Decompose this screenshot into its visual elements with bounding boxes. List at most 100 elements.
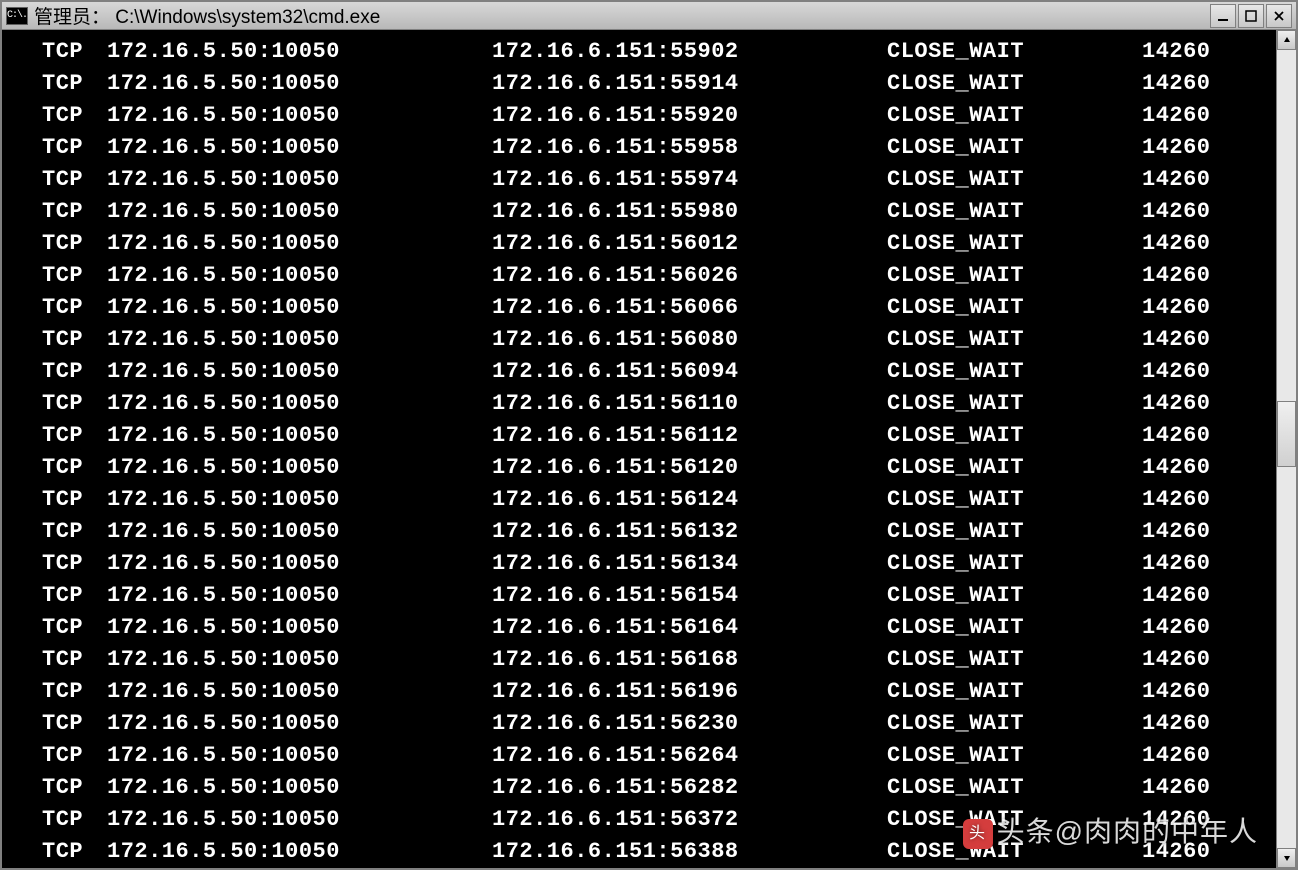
col-pid: 14260 bbox=[1142, 292, 1211, 324]
col-local: 172.16.5.50:10050 bbox=[107, 452, 492, 484]
col-pid: 14260 bbox=[1142, 516, 1211, 548]
col-local: 172.16.5.50:10050 bbox=[107, 708, 492, 740]
netstat-row: TCP172.16.5.50:10050172.16.6.151:55914CL… bbox=[2, 68, 1276, 100]
col-local: 172.16.5.50:10050 bbox=[107, 68, 492, 100]
vertical-scrollbar[interactable] bbox=[1276, 30, 1296, 868]
col-proto: TCP bbox=[2, 580, 107, 612]
col-proto: TCP bbox=[2, 292, 107, 324]
col-state: CLOSE_WAIT bbox=[887, 772, 1142, 804]
col-proto: TCP bbox=[2, 644, 107, 676]
col-proto: TCP bbox=[2, 676, 107, 708]
netstat-row: TCP172.16.5.50:10050172.16.6.151:56196CL… bbox=[2, 676, 1276, 708]
col-local: 172.16.5.50:10050 bbox=[107, 164, 492, 196]
col-pid: 14260 bbox=[1142, 836, 1211, 868]
col-pid: 14260 bbox=[1142, 420, 1211, 452]
col-local: 172.16.5.50:10050 bbox=[107, 580, 492, 612]
col-state: CLOSE_WAIT bbox=[887, 452, 1142, 484]
netstat-row: TCP172.16.5.50:10050172.16.6.151:56164CL… bbox=[2, 612, 1276, 644]
close-button[interactable] bbox=[1266, 4, 1292, 28]
netstat-row: TCP172.16.5.50:10050172.16.6.151:56168CL… bbox=[2, 644, 1276, 676]
col-local: 172.16.5.50:10050 bbox=[107, 196, 492, 228]
col-pid: 14260 bbox=[1142, 548, 1211, 580]
netstat-row: TCP172.16.5.50:10050172.16.6.151:56282CL… bbox=[2, 772, 1276, 804]
col-remote: 172.16.6.151:56372 bbox=[492, 804, 887, 836]
scroll-track[interactable] bbox=[1277, 50, 1296, 848]
col-remote: 172.16.6.151:55914 bbox=[492, 68, 887, 100]
netstat-row: TCP172.16.5.50:10050172.16.6.151:56080CL… bbox=[2, 324, 1276, 356]
col-state: CLOSE_WAIT bbox=[887, 36, 1142, 68]
col-local: 172.16.5.50:10050 bbox=[107, 292, 492, 324]
col-local: 172.16.5.50:10050 bbox=[107, 676, 492, 708]
col-pid: 14260 bbox=[1142, 644, 1211, 676]
col-proto: TCP bbox=[2, 452, 107, 484]
netstat-row: TCP172.16.5.50:10050172.16.6.151:56124CL… bbox=[2, 484, 1276, 516]
col-local: 172.16.5.50:10050 bbox=[107, 804, 492, 836]
col-remote: 172.16.6.151:55980 bbox=[492, 196, 887, 228]
col-proto: TCP bbox=[2, 740, 107, 772]
col-state: CLOSE_WAIT bbox=[887, 228, 1142, 260]
col-local: 172.16.5.50:10050 bbox=[107, 388, 492, 420]
maximize-button[interactable] bbox=[1238, 4, 1264, 28]
minimize-button[interactable] bbox=[1210, 4, 1236, 28]
col-proto: TCP bbox=[2, 516, 107, 548]
col-local: 172.16.5.50:10050 bbox=[107, 548, 492, 580]
col-remote: 172.16.6.151:55902 bbox=[492, 36, 887, 68]
col-remote: 172.16.6.151:55920 bbox=[492, 100, 887, 132]
netstat-row: TCP172.16.5.50:10050172.16.6.151:56112CL… bbox=[2, 420, 1276, 452]
scroll-up-button[interactable] bbox=[1277, 30, 1296, 50]
netstat-row: TCP172.16.5.50:10050172.16.6.151:55958CL… bbox=[2, 132, 1276, 164]
col-proto: TCP bbox=[2, 228, 107, 260]
col-pid: 14260 bbox=[1142, 196, 1211, 228]
col-proto: TCP bbox=[2, 356, 107, 388]
col-proto: TCP bbox=[2, 772, 107, 804]
col-local: 172.16.5.50:10050 bbox=[107, 836, 492, 868]
netstat-row: TCP172.16.5.50:10050172.16.6.151:56094CL… bbox=[2, 356, 1276, 388]
netstat-row: TCP172.16.5.50:10050172.16.6.151:55920CL… bbox=[2, 100, 1276, 132]
col-proto: TCP bbox=[2, 708, 107, 740]
col-pid: 14260 bbox=[1142, 612, 1211, 644]
col-pid: 14260 bbox=[1142, 36, 1211, 68]
col-state: CLOSE_WAIT bbox=[887, 548, 1142, 580]
col-state: CLOSE_WAIT bbox=[887, 836, 1142, 868]
scroll-thumb[interactable] bbox=[1277, 401, 1296, 467]
col-state: CLOSE_WAIT bbox=[887, 580, 1142, 612]
col-pid: 14260 bbox=[1142, 772, 1211, 804]
col-state: CLOSE_WAIT bbox=[887, 804, 1142, 836]
window-buttons bbox=[1210, 4, 1292, 28]
col-remote: 172.16.6.151:56282 bbox=[492, 772, 887, 804]
col-pid: 14260 bbox=[1142, 580, 1211, 612]
col-state: CLOSE_WAIT bbox=[887, 292, 1142, 324]
col-pid: 14260 bbox=[1142, 708, 1211, 740]
col-local: 172.16.5.50:10050 bbox=[107, 260, 492, 292]
col-proto: TCP bbox=[2, 388, 107, 420]
col-pid: 14260 bbox=[1142, 388, 1211, 420]
netstat-row: TCP172.16.5.50:10050172.16.6.151:56132CL… bbox=[2, 516, 1276, 548]
titlebar[interactable]: C:\. 管理员： C:\Windows\system32\cmd.exe bbox=[2, 2, 1296, 30]
col-pid: 14260 bbox=[1142, 804, 1211, 836]
col-state: CLOSE_WAIT bbox=[887, 164, 1142, 196]
col-remote: 172.16.6.151:55958 bbox=[492, 132, 887, 164]
col-local: 172.16.5.50:10050 bbox=[107, 356, 492, 388]
scroll-down-button[interactable] bbox=[1277, 848, 1296, 868]
netstat-row: TCP172.16.5.50:10050172.16.6.151:56066CL… bbox=[2, 292, 1276, 324]
col-pid: 14260 bbox=[1142, 452, 1211, 484]
cmd-window: C:\. 管理员： C:\Windows\system32\cmd.exe TC… bbox=[0, 0, 1298, 870]
col-pid: 14260 bbox=[1142, 260, 1211, 292]
col-remote: 172.16.6.151:56012 bbox=[492, 228, 887, 260]
col-local: 172.16.5.50:10050 bbox=[107, 772, 492, 804]
netstat-row: TCP172.16.5.50:10050172.16.6.151:55974CL… bbox=[2, 164, 1276, 196]
col-proto: TCP bbox=[2, 804, 107, 836]
col-state: CLOSE_WAIT bbox=[887, 420, 1142, 452]
col-remote: 172.16.6.151:56026 bbox=[492, 260, 887, 292]
netstat-row: TCP172.16.5.50:10050172.16.6.151:55902CL… bbox=[2, 36, 1276, 68]
col-pid: 14260 bbox=[1142, 484, 1211, 516]
netstat-row: TCP172.16.5.50:10050172.16.6.151:55980CL… bbox=[2, 196, 1276, 228]
col-pid: 14260 bbox=[1142, 132, 1211, 164]
window-title: 管理员： C:\Windows\system32\cmd.exe bbox=[34, 2, 1210, 29]
console-output[interactable]: TCP172.16.5.50:10050172.16.6.151:55902CL… bbox=[2, 30, 1276, 868]
col-state: CLOSE_WAIT bbox=[887, 196, 1142, 228]
col-state: CLOSE_WAIT bbox=[887, 612, 1142, 644]
col-state: CLOSE_WAIT bbox=[887, 740, 1142, 772]
col-remote: 172.16.6.151:56164 bbox=[492, 612, 887, 644]
col-proto: TCP bbox=[2, 196, 107, 228]
